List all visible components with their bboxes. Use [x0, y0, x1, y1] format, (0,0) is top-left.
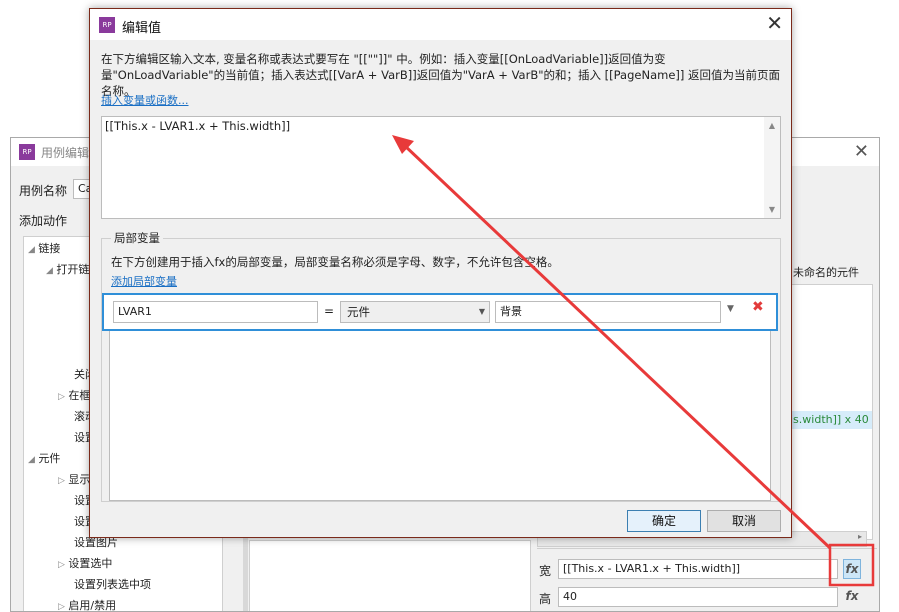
width-input[interactable]: [[This.x - LVAR1.x + This.width]]	[558, 559, 838, 579]
edit-value-dialog: RP 编辑值 ✕ 在下方编辑区输入文本, 变量名称或表达式要写在 "[[""]]…	[89, 8, 792, 538]
scroll-down-icon[interactable]: ▼	[764, 205, 780, 214]
cancel-button[interactable]: 取消	[707, 510, 781, 532]
ok-button[interactable]: 确定	[627, 510, 701, 532]
width-label: 宽	[539, 564, 552, 578]
tree-item[interactable]: 打开链	[56, 263, 89, 276]
add-action-label: 添加动作	[19, 214, 68, 228]
expression-text[interactable]: [[This.x - LVAR1.x + This.width]]	[105, 119, 290, 133]
local-variables-hint: 在下方创建用于插入fx的局部变量，局部变量名称必须是字母、数字，不允许包含空格。	[111, 255, 559, 269]
local-variables-label: 局部变量	[111, 230, 163, 246]
configured-actions-panel	[249, 540, 531, 611]
expand-icon[interactable]: ▷	[58, 392, 65, 402]
tree-item[interactable]: 启用/禁用	[68, 599, 116, 611]
local-variables-list	[109, 329, 771, 501]
background-close-icon[interactable]: ✕	[854, 141, 869, 162]
expand-icon[interactable]: ▷	[58, 476, 65, 486]
equals-sign: =	[324, 304, 335, 318]
editor-scrollbar[interactable]: ▲ ▼	[764, 117, 780, 218]
variable-type-select[interactable]: 元件 ▼	[340, 301, 490, 323]
dropdown-arrow-icon: ▼	[478, 307, 485, 316]
tree-item[interactable]: 链接	[38, 242, 60, 255]
width-fx-button[interactable]: fx	[843, 559, 861, 579]
delete-variable-icon[interactable]: ✖	[752, 299, 764, 315]
widget-list-panel: is.width]] x 40	[781, 284, 873, 540]
dialog-titlebar: RP 编辑值 ✕	[90, 9, 791, 40]
usecase-name-label: 用例名称	[19, 184, 68, 198]
dialog-title: 编辑值	[122, 21, 162, 36]
height-input[interactable]: 40	[558, 587, 838, 607]
collapse-icon[interactable]: ◢	[46, 266, 53, 276]
tree-item[interactable]: 元件	[38, 452, 60, 465]
widget-value-preview: is.width]] x 40	[790, 413, 869, 426]
tree-item[interactable]: 设置列表选中项	[74, 576, 151, 592]
collapse-icon[interactable]: ◢	[28, 455, 35, 465]
expand-icon[interactable]: ▷	[58, 602, 65, 611]
height-fx-button[interactable]: fx	[843, 587, 861, 607]
close-icon[interactable]: ✕	[766, 13, 783, 33]
target-dropdown-icon[interactable]: ▼	[727, 304, 734, 314]
add-local-variable-link[interactable]: 添加局部变量	[111, 273, 177, 289]
local-variable-row: LVAR1 = 元件 ▼ 背景 ▼ ✖	[102, 293, 778, 331]
variable-name-input[interactable]: LVAR1	[113, 301, 318, 323]
app-logo-icon: RP	[19, 144, 35, 160]
variable-type-value: 元件	[347, 305, 370, 319]
expand-icon[interactable]: ▷	[58, 560, 65, 570]
app-logo-icon: RP	[99, 17, 115, 33]
dialog-description: 在下方编辑区输入文本, 变量名称或表达式要写在 "[[""]]" 中。例如：插入…	[101, 52, 781, 98]
insert-variable-link[interactable]: 插入变量或函数...	[101, 92, 189, 108]
expression-editor[interactable]: [[This.x - LVAR1.x + This.width]] ▲ ▼	[101, 116, 781, 219]
variable-target-input[interactable]: 背景	[495, 301, 721, 323]
collapse-icon[interactable]: ◢	[28, 245, 35, 255]
tree-item[interactable]: 设置选中	[68, 557, 112, 570]
scroll-up-icon[interactable]: ▲	[764, 121, 780, 130]
widget-list-header: 未命名的元件	[793, 266, 859, 279]
height-label: 高	[539, 592, 552, 606]
